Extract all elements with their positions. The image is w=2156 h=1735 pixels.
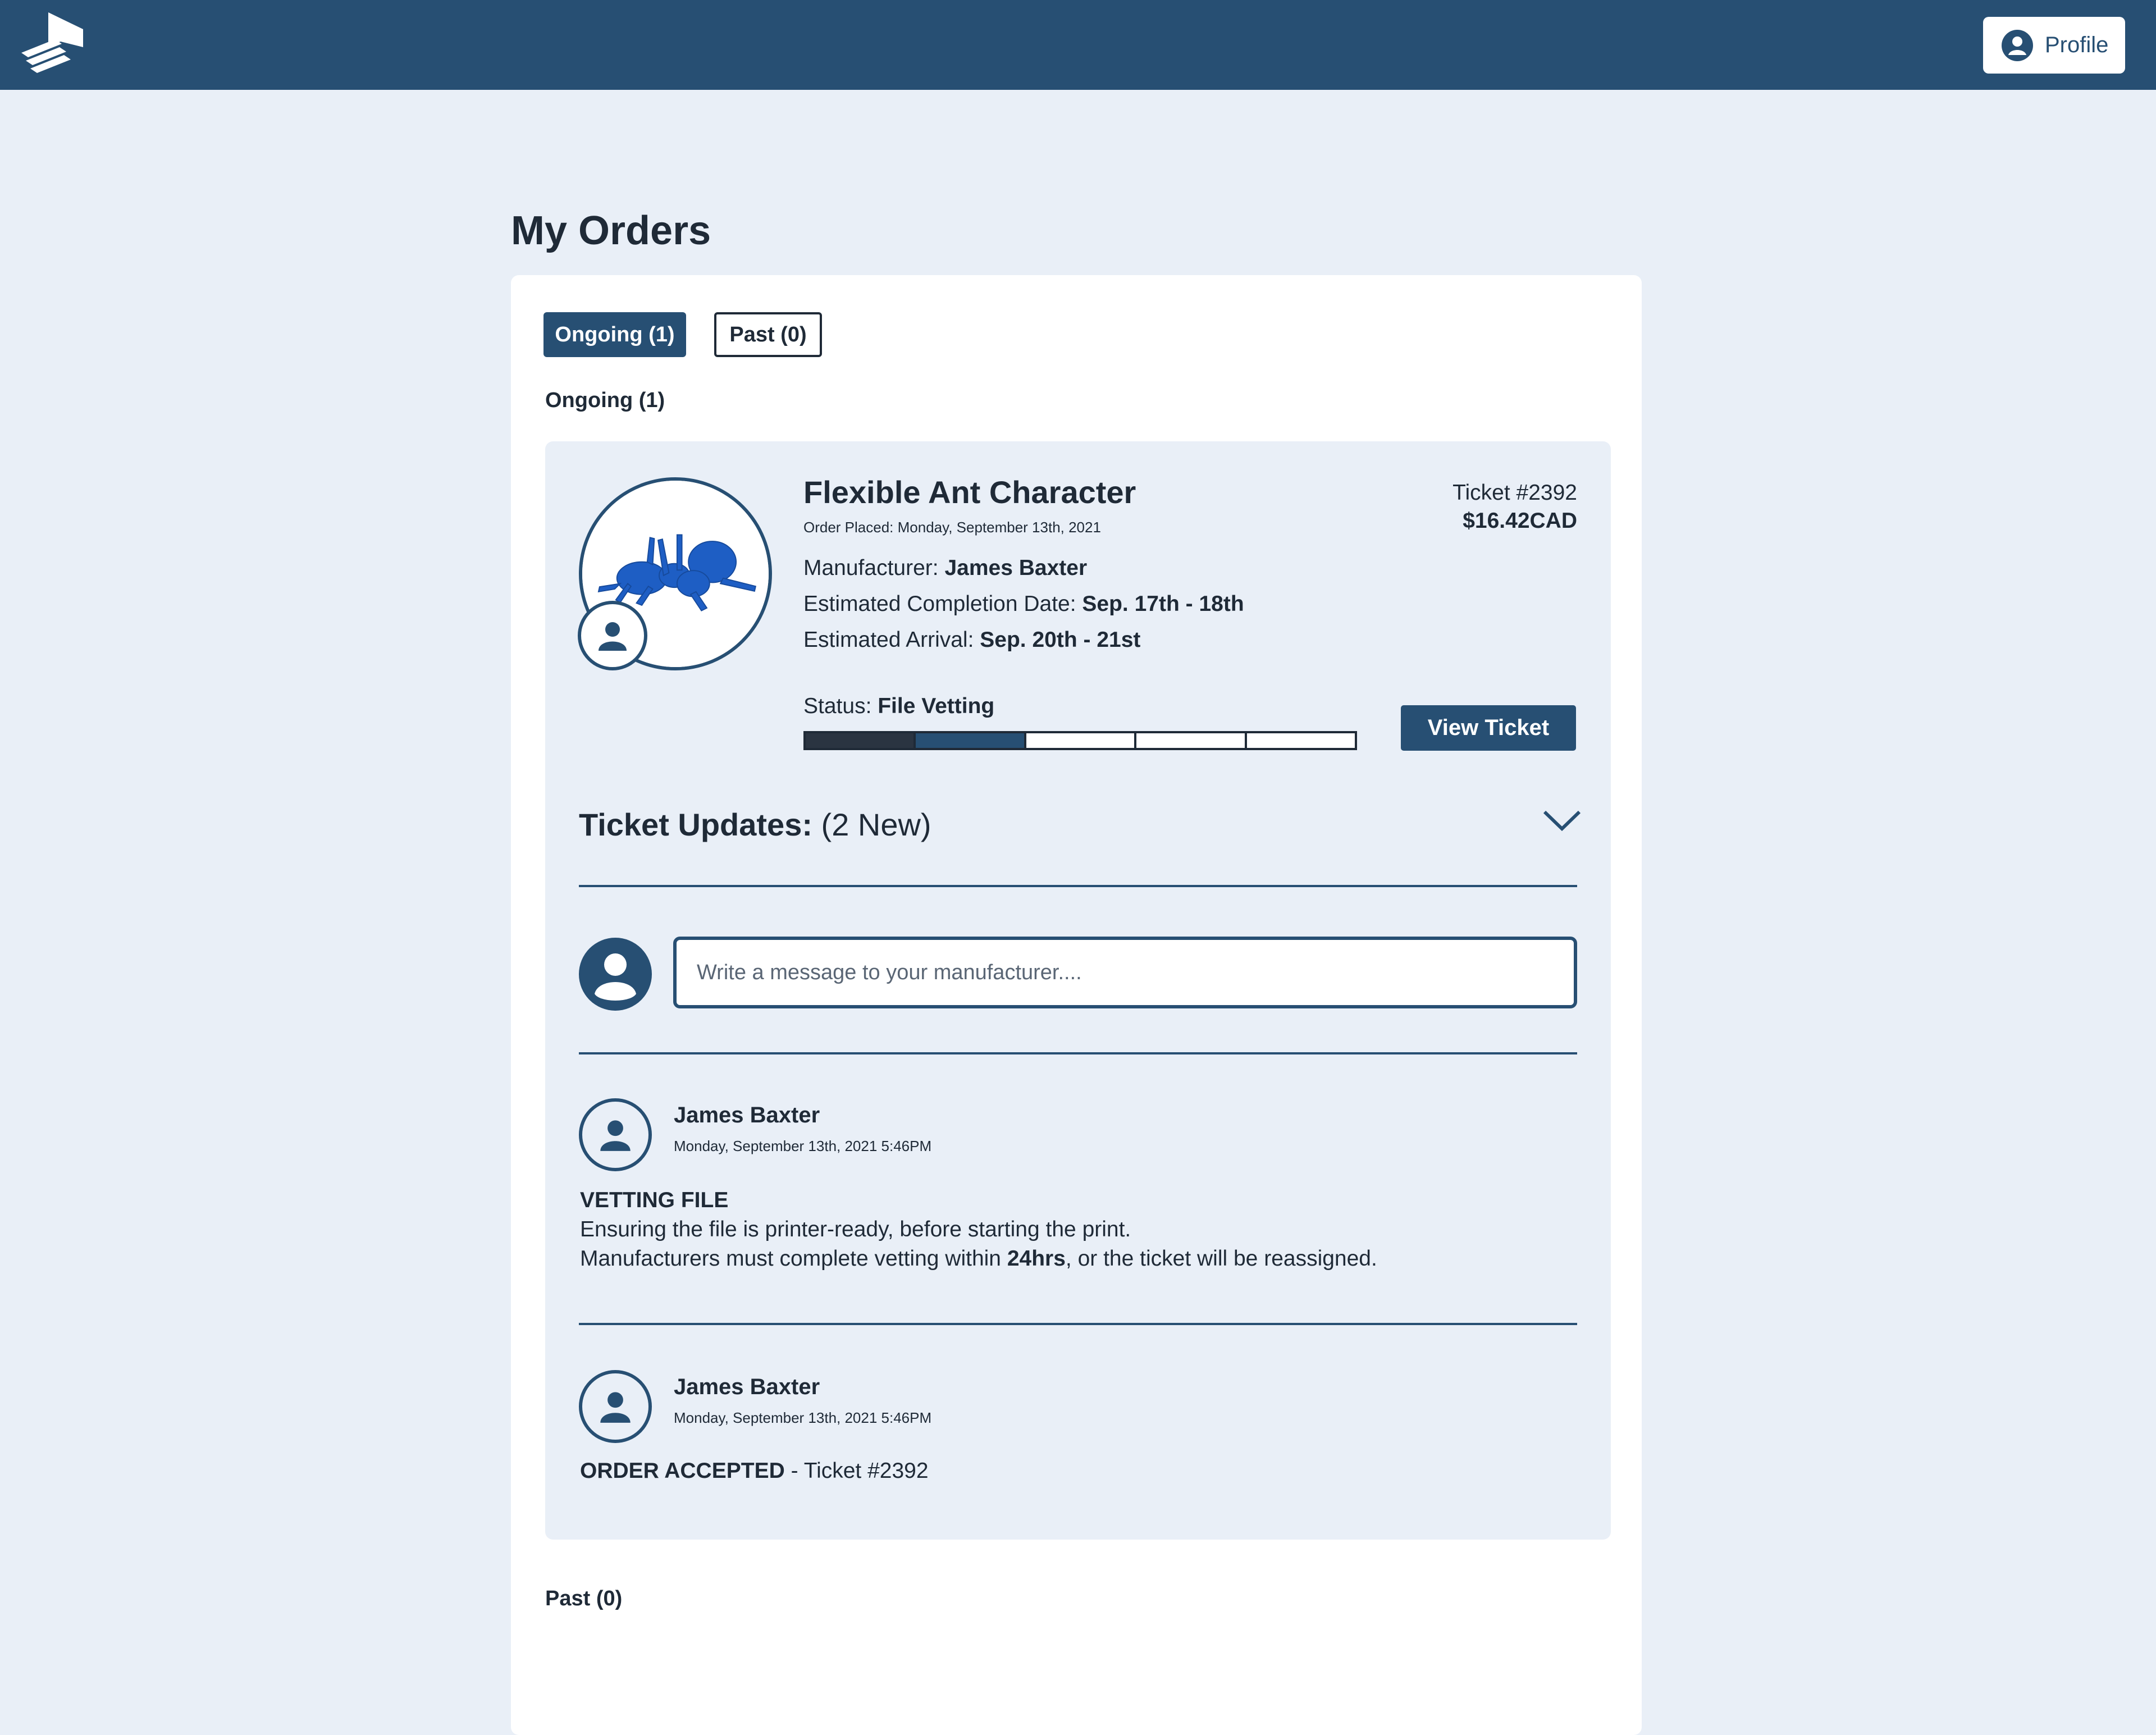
update-timestamp: Monday, September 13th, 2021 5:46PM [674,1138,932,1154]
divider [579,885,1577,887]
update-text-line: Ensuring the file is printer-ready, befo… [580,1217,1131,1241]
user-avatar-icon [579,938,652,1011]
arrival-line: Estimated Arrival: Sep. 20th - 21st [803,628,1140,652]
update-text-line: Manufacturers must complete vetting with… [580,1247,1377,1271]
update-text-line: ORDER ACCEPTED - Ticket #2392 [580,1459,929,1483]
manufacturer-mini-avatar[interactable] [578,601,647,670]
completion-date-line: Estimated Completion Date: Sep. 17th - 1… [803,592,1244,617]
view-ticket-button[interactable]: View Ticket [1401,705,1576,751]
update-text-part: , or the ticket will be reassigned. [1065,1247,1377,1271]
update-heading: ORDER ACCEPTED [580,1459,785,1483]
ticket-updates-header[interactable]: Ticket Updates: (2 New) [579,806,931,843]
update-text-part: Manufacturers must complete vetting with… [580,1247,1007,1271]
divider [579,1052,1577,1054]
manufacturer-label: Manufacturer: [803,556,945,580]
order-price: $16.42CAD [1463,509,1577,533]
update-author-name: James Baxter [674,1375,820,1399]
progress-step-3 [1026,733,1137,748]
order-placed-date: Order Placed: Monday, September 13th, 20… [803,519,1101,536]
update-author-avatar[interactable] [579,1370,652,1443]
chevron-down-icon[interactable] [1542,806,1582,834]
status-value: File Vetting [878,694,995,718]
arrival-date: Sep. 20th - 21st [980,628,1141,652]
logo-icon[interactable] [21,12,88,74]
update-author-avatar[interactable] [579,1098,652,1171]
arrival-label: Estimated Arrival: [803,628,980,652]
manufacturer-line: Manufacturer: James Baxter [803,556,1087,581]
message-input[interactable] [673,937,1577,1008]
progress-step-1 [806,733,916,748]
manufacturer-name: James Baxter [944,556,1088,580]
vetting-deadline: 24hrs [1007,1247,1066,1271]
completion-label: Estimated Completion Date: [803,592,1082,616]
update-heading: VETTING FILE [580,1188,729,1212]
progress-step-4 [1136,733,1247,748]
profile-button[interactable]: Profile [1983,17,2125,74]
tab-past[interactable]: Past (0) [714,312,822,357]
update-author-name: James Baxter [674,1103,820,1127]
tab-ongoing[interactable]: Ongoing (1) [543,312,686,357]
divider [579,1323,1577,1325]
order-title: Flexible Ant Character [803,474,1136,510]
status-line: Status: File Vetting [803,694,994,719]
user-circle-icon [2002,29,2033,61]
update-timestamp: Monday, September 13th, 2021 5:46PM [674,1409,932,1426]
ticket-number: Ticket #2392 [1452,481,1577,505]
ticket-updates-title: Ticket Updates: [579,807,812,842]
past-section-label: Past (0) [545,1587,623,1610]
completion-date: Sep. 17th - 18th [1082,592,1244,616]
update-ticket-ref: - Ticket #2392 [784,1459,929,1483]
user-icon [600,1120,631,1151]
user-icon [599,622,627,651]
progress-step-5 [1247,733,1355,748]
progress-step-2 [916,733,1026,748]
ticket-updates-new-count: (2 New) [812,807,931,842]
page-title: My Orders [511,208,711,253]
orders-panel: Ongoing (1) Past (0) Ongoing (1) Flexibl… [511,275,1642,1735]
profile-label: Profile [2045,33,2109,57]
order-card: Flexible Ant Character Order Placed: Mon… [545,441,1611,1540]
top-navbar: Profile [0,0,2156,90]
status-progress-bar [803,731,1357,750]
user-icon [600,1392,631,1423]
status-label: Status: [803,694,878,718]
ongoing-section-label: Ongoing (1) [545,389,665,412]
